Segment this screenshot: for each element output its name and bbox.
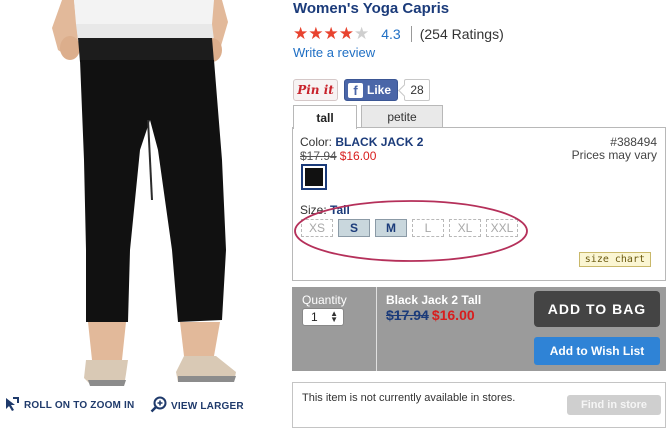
regular-price: $17.94	[386, 307, 429, 323]
quantity-value: 1	[311, 310, 318, 324]
rating-divider	[410, 26, 412, 42]
facebook-like-count: 28	[404, 79, 430, 101]
size-xl[interactable]: XL	[449, 219, 481, 237]
star-icon: ★	[323, 24, 339, 43]
rating-value[interactable]: 4.3	[381, 26, 400, 42]
rating-row: ★ ★ ★ ★ ★ 4.3 (254 Ratings)	[293, 24, 504, 44]
store-availability: This item is not currently available in …	[292, 382, 666, 428]
star-rating[interactable]: ★ ★ ★ ★ ★	[293, 25, 369, 43]
selected-item-price: $17.94 $16.00	[386, 307, 475, 323]
roll-zoom-link[interactable]: ROLL ON TO ZOOM IN	[4, 396, 134, 415]
tab-petite[interactable]: petite	[361, 105, 443, 128]
size-line: Size: Tall	[300, 203, 350, 217]
find-in-store-button[interactable]: Find in store	[567, 395, 661, 415]
size-xxl[interactable]: XXL	[486, 219, 518, 237]
image-links: ROLL ON TO ZOOM IN VIEW LARGER	[0, 394, 290, 418]
magnifier-plus-icon	[150, 396, 167, 416]
star-icon: ★	[308, 24, 324, 43]
view-larger-link[interactable]: VIEW LARGER	[150, 396, 244, 416]
stepper-arrows-icon: ▲ ▼	[330, 309, 338, 324]
prices-may-vary: Prices may vary	[571, 148, 657, 162]
size-chart-link[interactable]: size chart	[578, 252, 651, 267]
color-line: Color: BLACK JACK 2	[300, 135, 423, 149]
social-buttons: Pin it f Like 28	[293, 78, 430, 102]
product-image[interactable]	[0, 0, 290, 392]
selected-item-name: Black Jack 2 Tall	[386, 293, 482, 307]
color-value: BLACK JACK 2	[335, 135, 424, 149]
add-to-bag-button[interactable]: ADD TO BAG	[534, 291, 660, 327]
size-xs[interactable]: XS	[301, 219, 333, 237]
tab-tall[interactable]: tall	[293, 105, 357, 129]
sale-price: $16.00	[431, 307, 475, 323]
add-to-wishlist-button[interactable]: Add to Wish List	[534, 337, 660, 365]
pinterest-button[interactable]: Pin it	[293, 79, 338, 101]
color-label: Color:	[300, 135, 333, 149]
model-photo	[52, 0, 236, 386]
product-title: Women's Yoga Capris	[293, 0, 450, 17]
size-label: Size:	[300, 203, 327, 217]
quantity-select[interactable]: 1 ▲ ▼	[302, 308, 344, 326]
size-m[interactable]: M	[375, 219, 407, 237]
sale-price: $16.00	[339, 149, 377, 163]
pinterest-label: Pin it	[297, 83, 334, 97]
star-icon: ★	[293, 24, 309, 43]
facebook-like-button[interactable]: f Like	[344, 79, 398, 101]
facebook-icon: f	[348, 82, 363, 98]
divider	[376, 287, 377, 371]
rating-count: (254 Ratings)	[419, 26, 504, 42]
star-icon: ★	[338, 24, 354, 43]
variant-selector: Color: BLACK JACK 2 #388494 Prices may v…	[292, 127, 666, 281]
size-s[interactable]: S	[338, 219, 370, 237]
swatch-fill	[305, 168, 323, 186]
color-swatch-black[interactable]	[301, 164, 327, 190]
star-empty-icon: ★	[354, 24, 370, 43]
write-review-link[interactable]: Write a review	[293, 45, 375, 60]
variant-price: $17.94 $16.00	[300, 149, 376, 163]
roll-zoom-label: ROLL ON TO ZOOM IN	[24, 400, 135, 411]
facebook-like-label: Like	[367, 83, 392, 97]
fit-tabs: tall petite	[293, 105, 443, 129]
view-larger-label: VIEW LARGER	[171, 400, 244, 412]
size-value: Tall	[330, 203, 350, 217]
purchase-panel: Quantity 1 ▲ ▼ Black Jack 2 Tall $17.94 $1…	[292, 287, 666, 371]
store-message: This item is not currently available in …	[302, 392, 516, 404]
size-options: XS S M L XL XXL	[301, 219, 523, 237]
item-number: #388494	[610, 135, 657, 149]
regular-price: $17.94	[300, 149, 337, 163]
zoom-cursor-icon	[4, 396, 20, 415]
size-l[interactable]: L	[412, 219, 444, 237]
quantity-label: Quantity	[302, 293, 347, 307]
